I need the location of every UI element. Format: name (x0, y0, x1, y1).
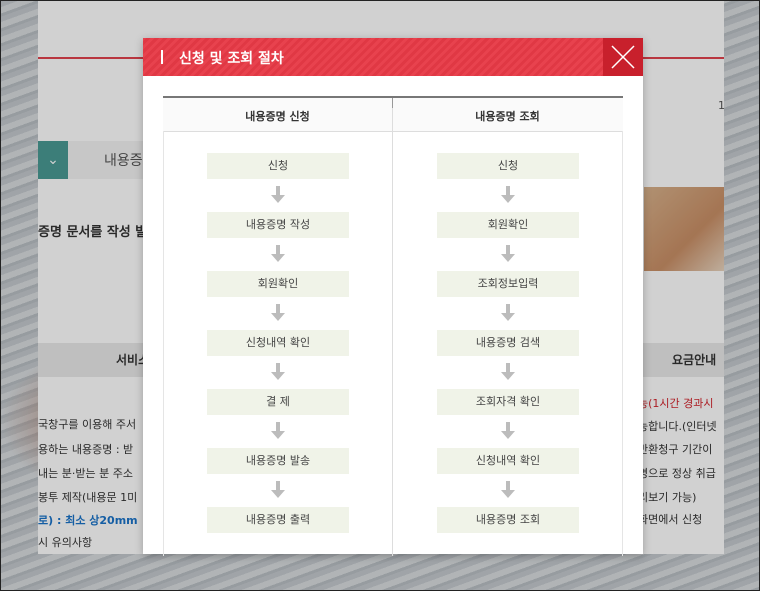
table-border-right (622, 131, 623, 556)
arrow-down-icon (207, 179, 349, 212)
title-bar-accent (161, 50, 163, 64)
arrow-down-icon (437, 415, 579, 448)
close-button[interactable] (603, 38, 643, 76)
header-divider-mark (392, 98, 393, 108)
modal-title: 신청 및 조회 절차 (179, 51, 284, 67)
step-box: 조회정보입력 (437, 271, 579, 297)
step-box: 내용증명 출력 (207, 507, 349, 533)
step-box: 회원확인 (437, 212, 579, 238)
column-header-inquiry: 내용증명 조회 (475, 110, 540, 123)
step-box: 내용증명 검색 (437, 330, 579, 356)
close-icon (611, 45, 635, 69)
column-header-apply: 내용증명 신청 (245, 110, 310, 123)
step-box: 내용증명 작성 (207, 212, 349, 238)
step-box: 신청 (437, 153, 579, 179)
procedure-modal: 신청 및 조회 절차 내용증명 신청 내용증명 조회 신청 내용증명 작성 회원… (143, 38, 643, 556)
arrow-down-icon (207, 297, 349, 330)
procedure-table: 내용증명 신청 내용증명 조회 신청 내용증명 작성 회원확인 신청내역 확인 … (163, 96, 623, 556)
table-header: 내용증명 신청 내용증명 조회 (163, 98, 623, 132)
arrow-down-icon (437, 297, 579, 330)
step-box: 내용증명 조회 (437, 507, 579, 533)
column-divider (392, 98, 393, 556)
arrow-down-icon (437, 238, 579, 271)
arrow-down-icon (207, 238, 349, 271)
arrow-down-icon (207, 415, 349, 448)
table-border-left (163, 131, 164, 556)
step-box: 결 제 (207, 389, 349, 415)
step-box: 신청내역 확인 (437, 448, 579, 474)
modal-header: 신청 및 조회 절차 (143, 38, 643, 76)
step-box: 신청내역 확인 (207, 330, 349, 356)
step-box: 회원확인 (207, 271, 349, 297)
screen: 1 ⌄ 내용증 증명 문서를 작성 발 서비스 요금안내 국창구를 이용해 주서… (0, 0, 760, 591)
step-box: 신청 (207, 153, 349, 179)
arrow-down-icon (207, 474, 349, 507)
arrow-down-icon (437, 179, 579, 212)
arrow-down-icon (437, 474, 579, 507)
apply-steps: 신청 내용증명 작성 회원확인 신청내역 확인 결 제 내용증명 발송 내용증명… (207, 153, 349, 533)
inquiry-steps: 신청 회원확인 조회정보입력 내용증명 검색 조회자격 확인 신청내역 확인 내… (437, 153, 579, 533)
arrow-down-icon (437, 356, 579, 389)
step-box: 내용증명 발송 (207, 448, 349, 474)
step-box: 조회자격 확인 (437, 389, 579, 415)
arrow-down-icon (207, 356, 349, 389)
